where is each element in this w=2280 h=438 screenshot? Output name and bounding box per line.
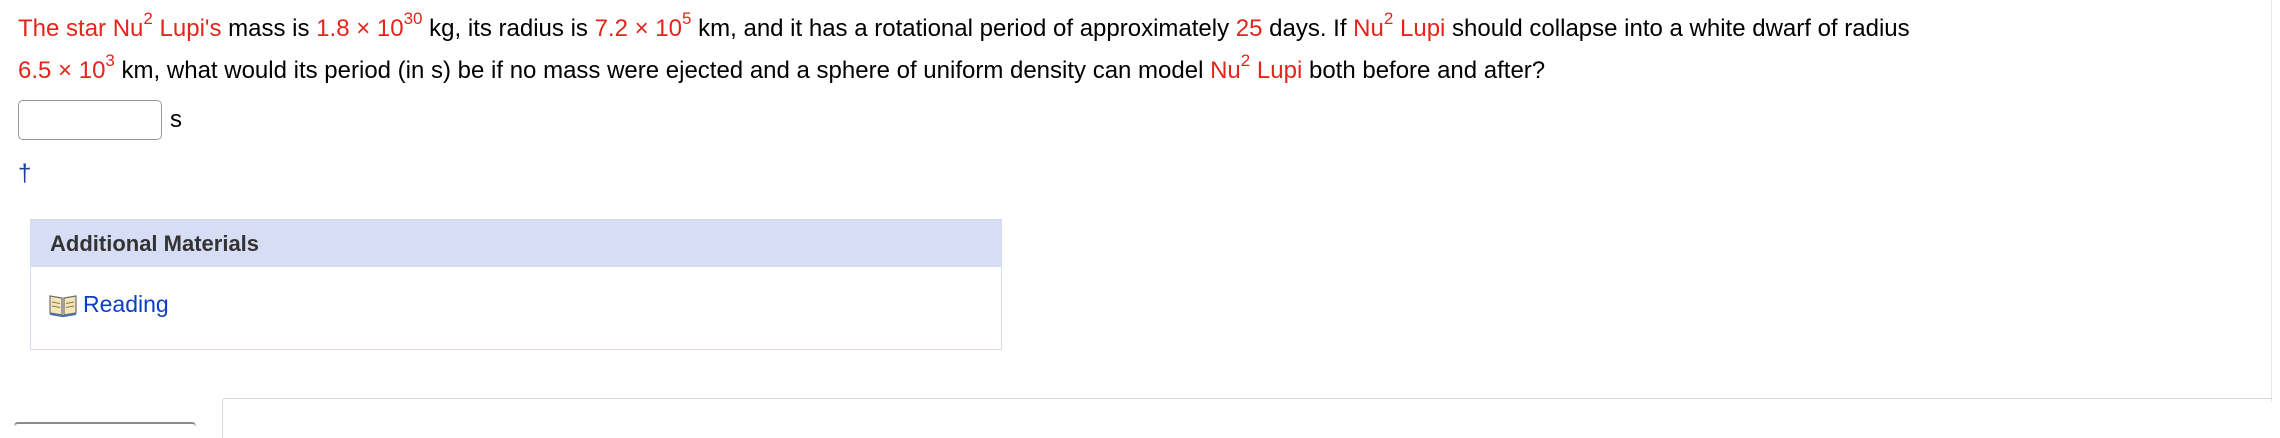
additional-materials-panel: Additional Materials Reading: [30, 219, 1002, 350]
mass-value: 1.8 × 1030: [316, 9, 423, 42]
question-segment: km, what would its period (in s) be if n…: [114, 57, 1211, 84]
bottom-button[interactable]: [14, 422, 196, 426]
star-name: Nu2 Lupi: [1353, 9, 1446, 42]
dagger-link[interactable]: †: [18, 160, 31, 188]
white-dwarf-radius-value: 6.5 × 103: [18, 51, 115, 84]
star-name: The star Nu2 Lupi's: [18, 9, 222, 42]
additional-materials-body: Reading: [31, 267, 1001, 318]
period-value: 25: [1235, 15, 1263, 42]
reading-link[interactable]: Reading: [48, 291, 169, 318]
question-segment: kg, its radius is: [422, 15, 595, 42]
question-segment: days. If: [1262, 15, 1354, 42]
question-text: The star Nu2 Lupi's mass is 1.8 × 1030 k…: [18, 8, 2218, 92]
question-segment: km, and it has a rotational period of ap…: [691, 15, 1236, 42]
radius-value: 7.2 × 105: [594, 9, 692, 42]
star-name: Nu2 Lupi: [1210, 51, 1303, 84]
additional-materials-header: Additional Materials: [31, 220, 1001, 267]
question-segment: mass is: [221, 15, 317, 42]
answer-row: s: [18, 100, 182, 140]
panel-edge: [2271, 0, 2272, 402]
next-section-panel: [222, 398, 2272, 438]
question-segment: both before and after?: [1302, 57, 1546, 84]
answer-unit: s: [170, 106, 182, 133]
reading-label: Reading: [83, 291, 169, 317]
book-icon: [48, 293, 78, 317]
question-segment: should collapse into a white dwarf of ra…: [1445, 15, 1910, 42]
answer-input[interactable]: [18, 100, 162, 140]
